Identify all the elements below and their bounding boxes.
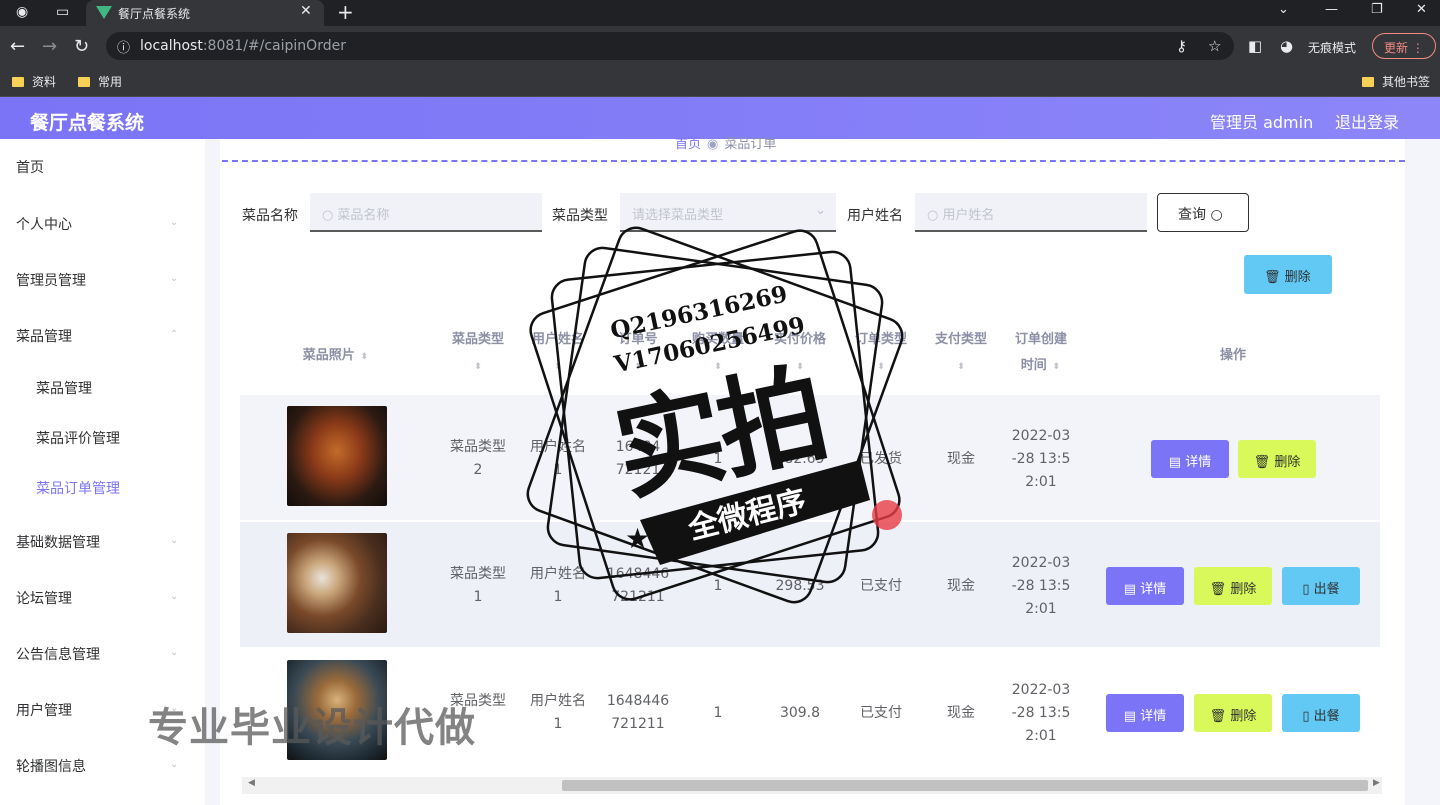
svg-text:★: ★ bbox=[625, 522, 650, 555]
svg-text:★: ★ bbox=[838, 462, 863, 495]
watermark-bottom-text: 专业毕业设计代做 bbox=[148, 705, 476, 751]
cursor-highlight bbox=[872, 500, 902, 530]
